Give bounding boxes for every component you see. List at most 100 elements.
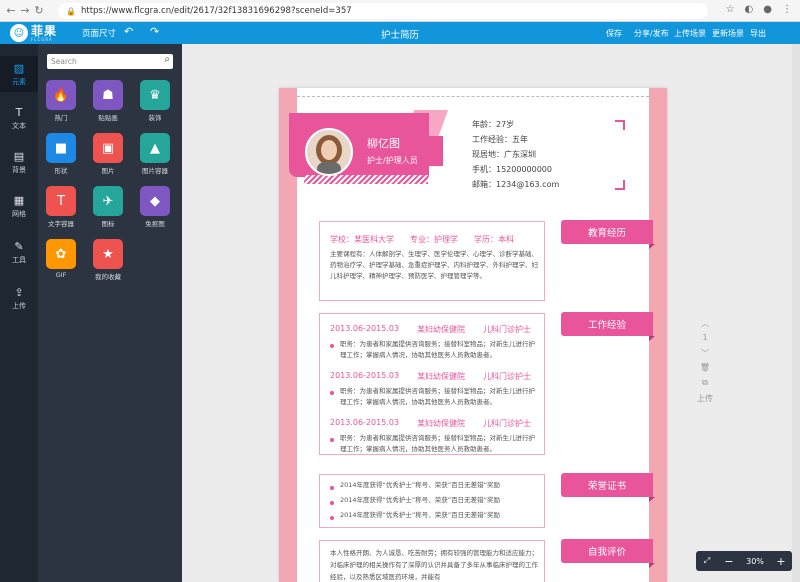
left-tool-bar: ▨ 元素 T 文本 ▤ 背景 ▦ 网格 ✎ 工具 ⇪ 上传 — [0, 44, 38, 582]
element-tile-label: 文字容器 — [48, 220, 74, 228]
redo-icon[interactable]: ↷ — [150, 25, 159, 38]
work-section[interactable]: 2013.06-2015.03 某妇幼保健院 儿科门诊护士 职务：为患者和家属提… — [319, 313, 545, 455]
element-tile[interactable]: ▣ — [93, 133, 123, 163]
element-tile[interactable]: T — [46, 186, 76, 216]
back-icon[interactable]: ← — [4, 4, 18, 17]
education-tag[interactable]: 教育经历 — [561, 220, 655, 249]
self-eval-desc: 本人性格开朗、为人诚恳、吃苦耐劳；拥有较强的管理能力和适应能力；对临床护理的相关… — [330, 549, 538, 581]
account-icon[interactable]: ● — [763, 4, 772, 15]
bullet — [330, 486, 334, 490]
work-dept: 儿科门诊护士 — [483, 372, 532, 381]
honors-section[interactable]: 2014年度获得“优秀护士”称号、荣获”百日无差错“奖励 2014年度获得“优秀… — [319, 474, 545, 528]
document-title[interactable]: 护士简历 — [381, 30, 419, 41]
resume-page[interactable]: 柳亿图 护士/护理人员 年龄：27岁 工作经验：五年 现居地：广东深圳 手机：1… — [279, 88, 667, 582]
self-eval-section[interactable]: 本人性格开朗、为人诚恳、吃苦耐劳；拥有较强的管理能力和适应能力；对临床护理的相关… — [319, 540, 545, 582]
name-card-stripes — [304, 175, 428, 184]
export-button[interactable]: 导出 — [750, 28, 766, 39]
sidebar-item-background[interactable]: ▤ 背景 — [0, 144, 38, 180]
page-up-icon[interactable]: ︿ — [690, 318, 720, 333]
address-bar[interactable]: 🔒 https://www.flcgra.cn/edit/2617/32f138… — [58, 3, 708, 19]
sidebar-item-label: 文本 — [12, 121, 26, 130]
share-publish-button[interactable]: 分享/发布 — [634, 28, 669, 39]
info-location[interactable]: 现居地：广东深圳 — [472, 149, 536, 160]
element-tile-icon: ✿ — [55, 246, 67, 262]
star-icon[interactable]: ☆ — [726, 4, 735, 15]
education-school: 学校：某医科大学 — [330, 235, 394, 244]
element-tile-icon: ✈ — [102, 193, 114, 209]
element-tile[interactable]: ▲ — [140, 133, 170, 163]
element-tile-icon: ◆ — [150, 193, 160, 209]
reload-icon[interactable]: ↻ — [32, 4, 46, 17]
search-icon[interactable]: ⌕ — [164, 54, 170, 65]
element-tile-icon: ▣ — [101, 140, 115, 156]
work-tag[interactable]: 工作经验 — [561, 312, 655, 341]
avatar[interactable] — [305, 128, 353, 176]
education-section[interactable]: 学校：某医科大学 专业：护理学 学历：本科 主要课程有：人体解剖学、生理学、医学… — [319, 221, 545, 301]
person-name[interactable]: 柳亿图 — [367, 135, 400, 151]
page-number: 1 — [702, 333, 708, 342]
fit-screen-icon[interactable]: ⤢ — [696, 556, 718, 566]
element-tile[interactable]: ☗ — [93, 80, 123, 110]
tool-icon: ✎ — [14, 239, 24, 253]
bullet — [330, 438, 334, 442]
element-tile[interactable]: ★ — [93, 239, 123, 269]
search-input[interactable]: Search ⌕ — [47, 54, 173, 69]
sidebar-item-grid[interactable]: ▦ 网格 — [0, 188, 38, 224]
info-phone[interactable]: 手机：15200000000 — [472, 164, 552, 175]
copy-icon[interactable]: ⧉ — [690, 378, 720, 393]
element-tile[interactable]: ◆ — [140, 186, 170, 216]
undo-icon[interactable]: ↶ — [124, 25, 133, 38]
work-dept: 儿科门诊护士 — [483, 419, 532, 428]
scrollbar[interactable] — [792, 44, 800, 582]
page-size-button[interactable]: 页面尺寸 — [82, 27, 116, 39]
update-scene-button[interactable]: 更新场景 — [712, 28, 744, 39]
element-tile[interactable]: ✈ — [93, 186, 123, 216]
info-experience[interactable]: 工作经验：五年 — [472, 134, 528, 145]
sidebar-item-text[interactable]: T 文本 — [0, 100, 38, 136]
search-placeholder: Search — [51, 57, 77, 66]
element-tile[interactable]: 🔥 — [46, 80, 76, 110]
element-tile[interactable]: ♛ — [140, 80, 170, 110]
element-tile-icon: ☗ — [102, 87, 114, 103]
bullet — [330, 344, 334, 348]
info-age[interactable]: 年龄：27岁 — [472, 119, 514, 130]
element-tile[interactable]: ■ — [46, 133, 76, 163]
delete-icon[interactable]: 🗑 — [690, 363, 720, 378]
element-tile-icon: T — [57, 193, 65, 209]
grid-icon: ▦ — [13, 193, 25, 207]
zoom-level: 30% — [746, 556, 764, 566]
zoom-out-button[interactable]: − — [718, 555, 740, 568]
work-date: 2013.06-2015.03 — [330, 418, 400, 427]
element-tile-label: 免抠图 — [145, 220, 165, 228]
logo-name: 菲果 — [31, 23, 58, 38]
logo-sub: FLCGRA — [31, 36, 53, 42]
element-tile-label: 贴贴画 — [98, 114, 118, 122]
element-tile[interactable]: ✿ — [46, 239, 76, 269]
honor-item: 2014年度获得“优秀护士”称号、荣获”百日无差错“奖励 — [340, 481, 501, 489]
upload-page-button[interactable]: 上传 — [690, 393, 720, 408]
work-org: 某妇幼保健院 — [417, 325, 466, 334]
save-button[interactable]: 保存 — [606, 28, 622, 39]
element-tile-label: GIF — [55, 271, 67, 279]
page-controls: ︿ 1 ﹀ 🗑 ⧉ 上传 — [690, 318, 720, 408]
sidebar-item-upload[interactable]: ⇪ 上传 — [0, 280, 38, 316]
upload-icon: ⇪ — [14, 285, 24, 299]
work-desc: 职务：为患者和家属提供咨询服务；接替科室物品；对新生儿进行护理工作；掌握病人情况… — [340, 434, 535, 453]
extension-icon[interactable]: ◐ — [745, 4, 754, 15]
url-text: https://www.flcgra.cn/edit/2617/32f13831… — [80, 6, 352, 16]
sidebar-item-tools[interactable]: ✎ 工具 — [0, 234, 38, 270]
page-down-icon[interactable]: ﹀ — [690, 348, 720, 363]
person-role[interactable]: 护士/护理人员 — [367, 155, 418, 166]
menu-icon[interactable]: ⋮ — [782, 4, 792, 15]
self-eval-tag[interactable]: 自我评价 — [561, 539, 655, 568]
upload-scene-button[interactable]: 上传场景 — [674, 28, 706, 39]
forward-icon[interactable]: → — [18, 4, 32, 17]
app-logo[interactable]: ☺ 菲果 FLCGRA — [10, 24, 57, 42]
info-email[interactable]: 邮箱：1234@163.com — [472, 179, 559, 190]
name-card-tail — [427, 136, 443, 166]
sidebar-item-elements[interactable]: ▨ 元素 — [0, 56, 38, 92]
zoom-in-button[interactable]: + — [770, 555, 792, 568]
honors-tag[interactable]: 荣誉证书 — [561, 473, 655, 502]
element-tile-icon: ▲ — [150, 140, 160, 156]
work-org: 某妇幼保健院 — [417, 372, 466, 381]
